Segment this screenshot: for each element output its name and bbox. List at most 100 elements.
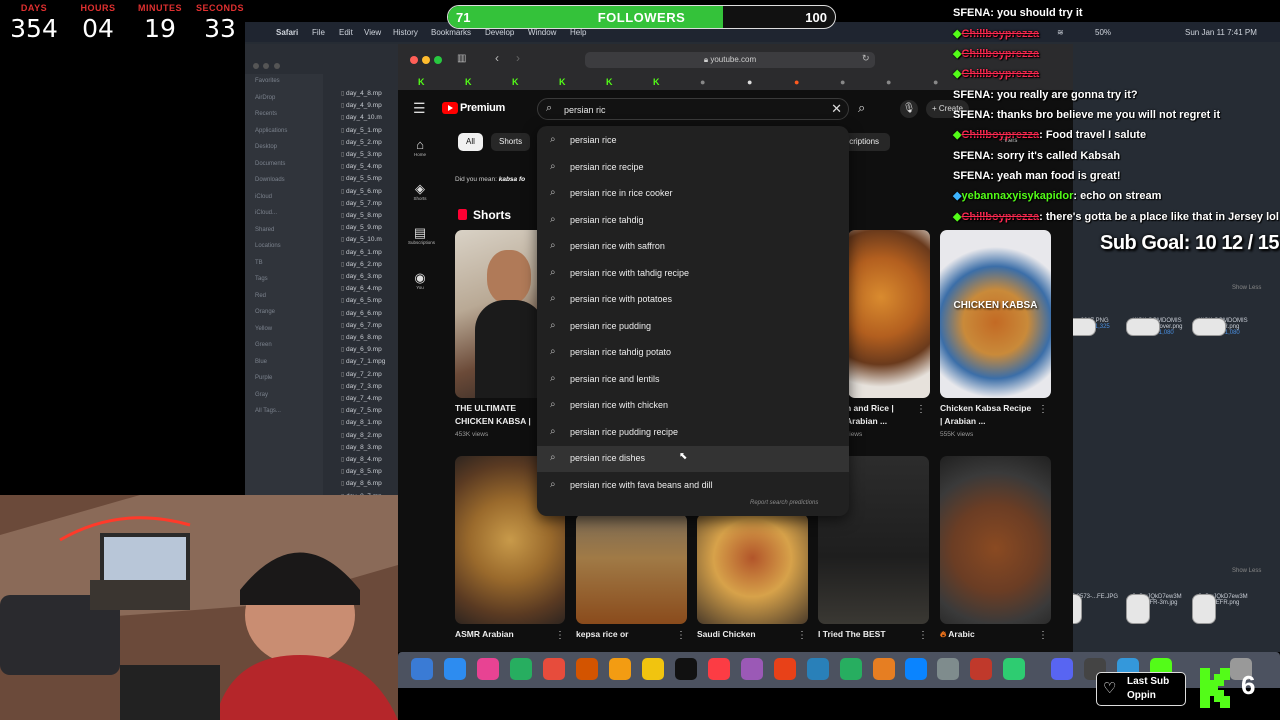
finder-icon[interactable] [411,658,433,680]
show-less-link-2[interactable]: Show Less [1232,568,1261,574]
finder-file-item[interactable]: day_8_4.mp [341,456,382,463]
menu-history[interactable]: History [393,28,418,37]
finder-file-item[interactable]: day_8_5.mp [341,468,382,475]
search-suggestion[interactable]: ⌕ persian rice [537,128,849,154]
menu-safari[interactable]: Safari [276,28,298,37]
search-suggestion[interactable]: ⌕ persian rice and lentils [537,367,849,393]
bookmark-icon[interactable]: ● [700,78,709,87]
finder-file-item[interactable]: day_7_5.mp [341,407,382,414]
battery-status[interactable]: 50% [1095,28,1111,37]
kick-bookmark-icon[interactable]: K [606,78,615,87]
menu-help[interactable]: Help [570,28,586,37]
search-suggestion[interactable]: ⌕ persian rice with potatoes [537,287,849,313]
reload-icon[interactable]: ↻ [862,53,870,64]
video-title-3[interactable]: Chicken Kabsa Recipe | Arabian ... [940,402,1035,428]
bookmark-icon[interactable]: ● [886,78,895,87]
short-thumbnail-3[interactable]: CHICKEN KABSA [940,230,1051,398]
finder-file-item[interactable]: day_5_1.mp [341,127,382,134]
search-suggestion[interactable]: ⌕ persian rice in rice cooker [537,181,849,207]
search-suggestion[interactable]: ⌕ persian rice pudding [537,314,849,340]
mail-icon[interactable] [444,658,466,680]
search-suggestion[interactable]: ⌕ persian rice with saffron [537,234,849,260]
more-options-icon[interactable]: ⋮ [797,630,807,641]
finder-file-item[interactable]: day_5_6.mp [341,188,382,195]
finder-file-item[interactable]: day_7_4.mp [341,395,382,402]
more-options-icon[interactable]: ⋮ [918,630,928,641]
finder-sidebar-item[interactable]: Documents [255,161,285,167]
bookmark-icon[interactable]: ● [794,78,803,87]
finder-sidebar-item[interactable]: Red [255,293,266,299]
sidebar-item-home[interactable]: ⌂ Home [408,138,432,158]
sidebar-item-shorts[interactable]: ◈ Shorts [408,182,432,202]
chip-all[interactable]: All [458,133,483,151]
hamburger-menu-icon[interactable]: ☰ [413,100,426,117]
menu-develop[interactable]: Develop [485,28,514,37]
desktop-file-icon[interactable]: 3sCwJQkD7ew3M LIVEFR-3m.jpg [1126,594,1188,624]
app-store-icon[interactable] [905,658,927,680]
video-title-2[interactable]: n and Rice | Arabian ... [846,402,916,428]
close-window-button[interactable] [410,56,418,64]
bookmark-icon[interactable]: ● [840,78,849,87]
finder-file-item[interactable]: day_5_9.mp [341,224,382,231]
finder-file-item[interactable]: day_4_10.m [341,114,382,121]
music-icon[interactable] [708,658,730,680]
search-suggestion[interactable]: ⌕ persian rice tahdig potato [537,340,849,366]
finder-file-item[interactable]: day_8_1.mp [341,419,382,426]
report-search-predictions-link[interactable]: Report search predictions [750,500,818,506]
finder-file-item[interactable]: day_7_1.mpg [341,358,385,365]
finder-sidebar-item[interactable]: Orange [255,309,275,315]
settings-icon[interactable] [937,658,959,680]
finder-file-item[interactable]: day_6_2.mp [341,261,382,268]
numbers-icon[interactable] [840,658,862,680]
finder-sidebar-item[interactable]: Desktop [255,144,277,150]
bookmark-icon[interactable]: ● [933,78,942,87]
kick-bookmark-icon[interactable]: K [465,78,474,87]
kick-bookmark-icon[interactable]: K [559,78,568,87]
video-title-4[interactable]: ASMR Arabian [455,628,555,641]
finder-file-item[interactable]: day_6_1.mp [341,249,382,256]
search-suggestion[interactable]: ⌕ persian rice pudding recipe [537,420,849,446]
photos-icon[interactable] [477,658,499,680]
finder-file-item[interactable]: day_8_3.mp [341,444,382,451]
back-icon[interactable]: ‹ [495,51,499,65]
search-suggestion[interactable]: ⌕ persian rice with chicken [537,393,849,419]
did-you-mean-link[interactable]: kabsa fo [499,176,525,183]
kick-bookmark-icon[interactable]: K [653,78,662,87]
obs-icon[interactable] [1003,658,1025,680]
menu-edit[interactable]: Edit [339,28,353,37]
finder-sidebar-item[interactable]: All Tags... [255,408,281,414]
finder-file-item[interactable]: day_5_4.mp [341,163,382,170]
finder-file-item[interactable]: day_6_6.mp [341,310,382,317]
microphone-icon[interactable]: 🎙︎ [900,100,918,118]
short-thumbnail-2[interactable] [848,230,930,398]
notes-icon[interactable] [576,658,598,680]
search-suggestion[interactable]: ⌕ persian rice with fava beans and dill [537,473,849,499]
sidebar-toggle-icon[interactable]: ▥ [457,53,466,64]
search-button-icon[interactable]: ⌕ [858,100,865,116]
finder-sidebar-item[interactable]: Gray [255,392,268,398]
finder-sidebar-item[interactable]: Locations [255,243,281,249]
discord-icon[interactable] [1051,658,1073,680]
bookmark-icon[interactable]: ● [747,78,756,87]
finder-file-item[interactable]: day_5_10.m [341,236,382,243]
finder-sidebar-item[interactable]: TB [255,260,263,266]
finder-sidebar-item[interactable]: Blue [255,359,267,365]
finder-sidebar-item[interactable]: Applications [255,128,287,134]
more-options-icon[interactable]: ⋮ [676,630,686,641]
desktop-file-icon[interactable]: 3sCwJQkD7ew3M LIVEFR.png [1192,594,1254,624]
youtube-logo-icon[interactable] [442,102,458,114]
finder-file-item[interactable]: day_8_2.mp [341,432,382,439]
menu-view[interactable]: View [364,28,381,37]
finder-file-item[interactable]: day_4_8.mp [341,90,382,97]
short-thumbnail-8[interactable] [940,456,1051,624]
stickies-icon[interactable] [642,658,664,680]
finder-file-item[interactable]: day_6_3.mp [341,273,382,280]
search-input[interactable] [564,102,824,117]
wifi-icon[interactable]: ≋ [1057,28,1064,37]
calendar-icon[interactable] [543,658,565,680]
video-title-5[interactable]: kepsa rice or [576,628,676,641]
finder-file-item[interactable]: day_5_8.mp [341,212,382,219]
finder-file-item[interactable]: day_5_3.mp [341,151,382,158]
pages-icon[interactable] [873,658,895,680]
video-title-8[interactable]: 🔥︎ Arabic [940,628,1040,641]
